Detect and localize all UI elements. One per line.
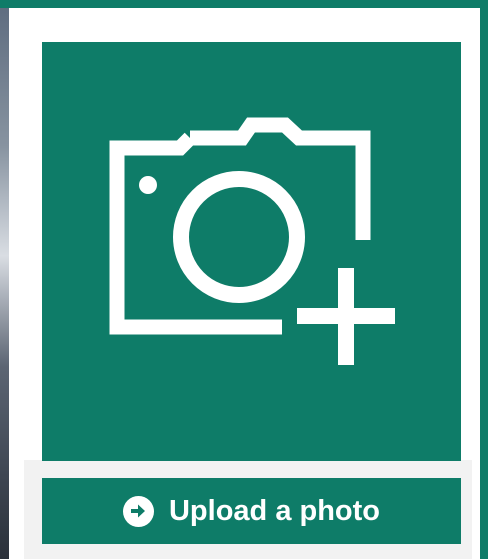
upload-photo-button[interactable]: Upload a photo xyxy=(42,478,461,544)
upload-button-label: Upload a photo xyxy=(168,494,381,527)
background-photo-edge xyxy=(0,8,9,559)
camera-add-icon xyxy=(109,117,395,365)
right-accent-edge xyxy=(480,8,488,559)
top-accent-bar xyxy=(0,0,488,8)
arrow-right-circle-icon xyxy=(122,495,154,527)
photo-upload-tile[interactable] xyxy=(42,42,461,461)
